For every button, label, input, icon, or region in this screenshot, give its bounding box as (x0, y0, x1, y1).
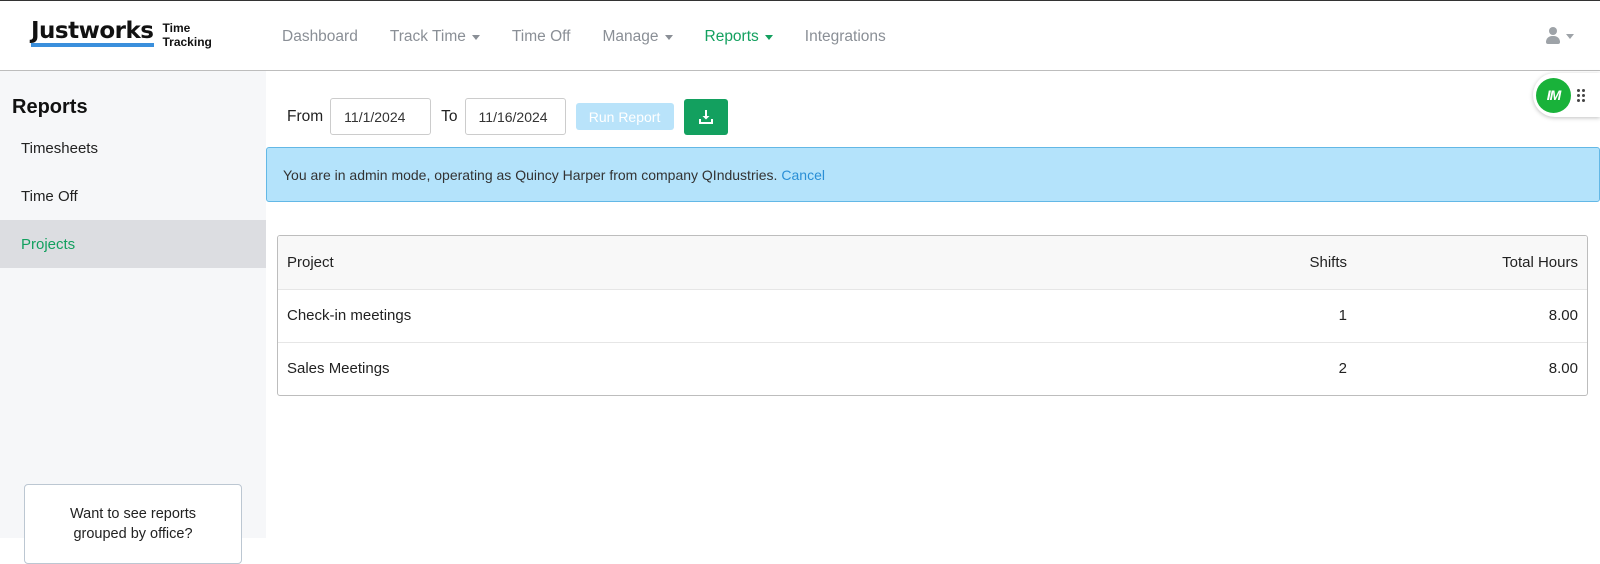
admin-mode-alert: You are in admin mode, operating as Quin… (266, 147, 1600, 202)
logo-subtitle: Time Tracking (162, 21, 212, 49)
cell-shifts: 2 (1165, 341, 1365, 395)
header-total-hours: Total Hours (1365, 236, 1587, 289)
header-shifts: Shifts (1165, 236, 1365, 289)
table-header-row: Project Shifts Total Hours (278, 236, 1587, 289)
cell-total-hours: 8.00 (1365, 341, 1587, 395)
to-date-input[interactable] (464, 98, 566, 135)
cell-shifts: 1 (1165, 288, 1365, 342)
user-icon (1546, 27, 1560, 44)
from-date-input[interactable] (330, 98, 432, 135)
sidebar: Reports Timesheets Time Off Projects Wan… (0, 71, 266, 564)
im-badge[interactable]: IM (1536, 77, 1571, 113)
cell-project: Sales Meetings (278, 341, 1165, 395)
nav-dashboard[interactable]: Dashboard (282, 28, 358, 46)
top-navbar: Justworks Time Tracking Dashboard Track … (0, 0, 1600, 71)
cell-project: Check-in meetings (278, 288, 1165, 342)
projects-table: Project Shifts Total Hours Check-in meet… (277, 235, 1588, 396)
user-menu[interactable] (1546, 27, 1574, 44)
im-widget[interactable]: IM (1533, 73, 1600, 117)
to-label: To (441, 107, 458, 125)
sidebar-item-timesheets[interactable]: Timesheets (0, 124, 266, 172)
grip-icon[interactable] (1577, 88, 1585, 102)
download-icon (698, 109, 713, 124)
nav-track-time[interactable]: Track Time (390, 28, 480, 46)
nav-integrations[interactable]: Integrations (805, 28, 886, 46)
alert-message: You are in admin mode, operating as Quin… (283, 166, 778, 183)
from-label: From (287, 107, 324, 125)
run-report-button[interactable]: Run Report (575, 103, 674, 130)
download-button[interactable] (683, 98, 728, 135)
logo[interactable]: Justworks Time Tracking (31, 19, 212, 49)
header-project: Project (278, 236, 1165, 289)
nav-time-off[interactable]: Time Off (512, 28, 571, 46)
logo-wordmark: Justworks (31, 19, 154, 47)
table-row: Check-in meetings 1 8.00 (278, 288, 1587, 342)
sidebar-item-projects[interactable]: Projects (0, 220, 266, 268)
logo-underline (31, 43, 154, 47)
chevron-down-icon (1566, 34, 1574, 39)
table-row: Sales Meetings 2 8.00 (278, 341, 1587, 395)
nav-reports[interactable]: Reports (705, 28, 773, 46)
office-grouping-prompt[interactable]: Want to see reports grouped by office? (24, 484, 242, 564)
cancel-admin-link[interactable]: Cancel (781, 167, 825, 183)
nav-manage[interactable]: Manage (602, 28, 673, 46)
chevron-down-icon (471, 35, 480, 40)
report-filters: From To Run Report (287, 98, 728, 135)
sidebar-item-time-off[interactable]: Time Off (0, 172, 266, 220)
cell-total-hours: 8.00 (1365, 288, 1587, 342)
chevron-down-icon (764, 35, 773, 40)
chevron-down-icon (664, 35, 673, 40)
sidebar-title: Reports (12, 96, 88, 118)
main-nav: Dashboard Track Time Time Off Manage Rep… (282, 1, 918, 72)
